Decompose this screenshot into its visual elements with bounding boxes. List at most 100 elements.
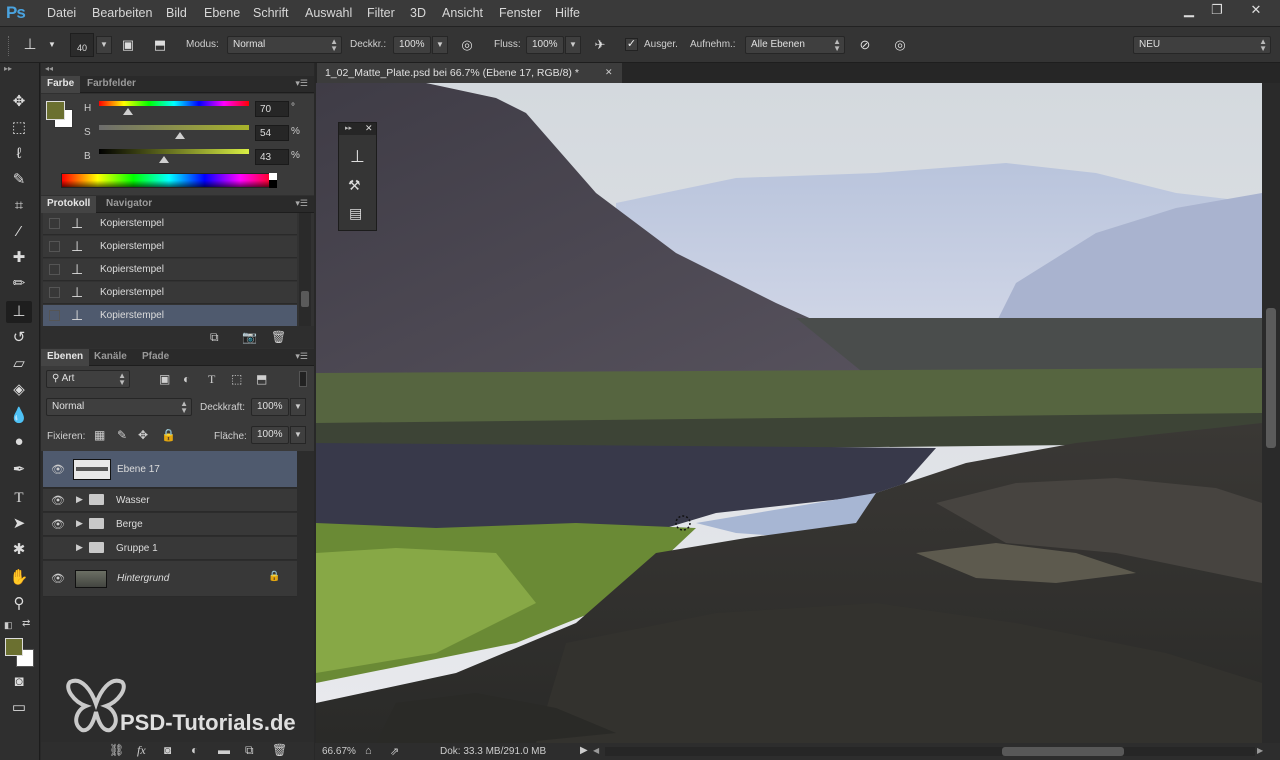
scroll-left-icon[interactable]: ◀ <box>593 746 599 755</box>
path-selection-tool-icon[interactable]: ➤ <box>6 513 32 535</box>
fill-input[interactable]: 100% <box>251 426 289 444</box>
h-input[interactable]: 70 <box>255 101 289 117</box>
share-icon[interactable]: ⇗ <box>390 745 399 758</box>
document-profile-icon[interactable]: ⌂ <box>365 745 372 757</box>
list-item[interactable]: ⊥ Kopierstempel <box>43 282 297 304</box>
quick-selection-tool-icon[interactable]: ✎ <box>6 169 32 191</box>
tool-presets-icon[interactable]: ▤ <box>349 205 362 222</box>
eraser-tool-icon[interactable]: ▱ <box>6 353 32 375</box>
toolbar-collapse-icon[interactable]: ▸▸ <box>4 64 12 73</box>
history-snapshot-checkbox[interactable] <box>49 264 60 275</box>
menu-ebene[interactable]: Ebene <box>204 6 240 20</box>
close-icon[interactable]: ✕ <box>365 123 373 134</box>
layer-opacity-input[interactable]: 100% <box>251 398 289 416</box>
hue-slider[interactable] <box>99 101 249 106</box>
expand-arrow-icon[interactable]: ▶ <box>76 494 83 505</box>
new-document-from-state-icon[interactable]: ⧉ <box>210 330 219 345</box>
list-item[interactable]: ⊥ Kopierstempel <box>43 213 297 235</box>
history-snapshot-checkbox[interactable] <box>49 241 60 252</box>
layer-row[interactable]: ▶ Gruppe 1 <box>43 537 297 560</box>
menu-fenster[interactable]: Fenster <box>499 6 541 20</box>
mode-select[interactable]: Normal ▲ ▼ <box>227 36 342 54</box>
list-item[interactable]: ⊥ Kopierstempel <box>43 305 297 327</box>
pressure-opacity-icon[interactable]: ◎ <box>459 37 475 53</box>
opacity-dropdown[interactable]: ▼ <box>432 36 448 54</box>
adjustment-layer-icon[interactable]: ◐ <box>191 743 198 757</box>
brush-tool-icon[interactable]: ✏ <box>6 273 32 295</box>
menu-datei[interactable]: Datei <box>47 6 76 20</box>
preset-dropdown-arrow-icon[interactable]: ▼ <box>44 37 60 53</box>
quick-mask-icon[interactable]: ◙ <box>6 671 32 693</box>
flow-dropdown[interactable]: ▼ <box>565 36 581 54</box>
new-group-icon[interactable]: ▬ <box>218 743 230 757</box>
menu-auswahl[interactable]: Auswahl <box>305 6 352 20</box>
dodge-tool-icon[interactable]: ● <box>6 431 32 453</box>
brush-size-dropdown[interactable]: ▼ <box>96 36 112 54</box>
marquee-tool-icon[interactable]: ⬚ <box>6 117 32 139</box>
history-scrollbar[interactable] <box>299 213 311 326</box>
add-mask-icon[interactable]: ◙ <box>164 743 171 757</box>
paint-bucket-tool-icon[interactable]: ◈ <box>6 379 32 401</box>
tab-pfade[interactable]: Pfade <box>136 349 175 366</box>
lock-all-icon[interactable]: 🔒 <box>161 428 176 442</box>
list-item[interactable]: ⊥ Kopierstempel <box>43 236 297 258</box>
tab-farbfelder[interactable]: Farbfelder <box>81 76 142 93</box>
history-snapshot-checkbox[interactable] <box>49 218 60 229</box>
blend-mode-select[interactable]: Normal ▲ ▼ <box>46 398 192 416</box>
flow-input[interactable]: 100% <box>526 36 564 54</box>
layer-row[interactable]: 👁 ▶ Wasser <box>43 489 297 512</box>
camera-icon[interactable]: 📷 <box>242 330 257 344</box>
airbrush-icon[interactable]: ✈ <box>592 37 608 53</box>
layer-row[interactable]: 👁 Hintergrund 🔒 <box>43 561 297 597</box>
menu-filter[interactable]: Filter <box>367 6 395 20</box>
tab-navigator[interactable]: Navigator <box>100 196 158 213</box>
clone-source-icon[interactable]: ⊥ <box>350 147 365 167</box>
horizontal-scrollbar[interactable] <box>605 747 1255 756</box>
clone-stamp-tool-icon[interactable]: ⊥ <box>6 301 32 323</box>
tab-protokoll[interactable]: Protokoll <box>41 196 97 213</box>
smart-object-filter-icon[interactable]: ⬒ <box>256 372 267 386</box>
history-snapshot-checkbox[interactable] <box>49 287 60 298</box>
shape-tool-icon[interactable]: ✱ <box>6 539 32 561</box>
eyedropper-tool-icon[interactable]: ⁄ <box>6 221 32 243</box>
history-snapshot-checkbox[interactable] <box>49 310 60 321</box>
adjustment-filter-icon[interactable]: ◐ <box>183 372 190 386</box>
clone-source-icon[interactable]: ⬒ <box>152 37 168 53</box>
color-ramp[interactable] <box>61 173 277 188</box>
history-scroll-thumb[interactable] <box>301 291 309 307</box>
visibility-eye-icon[interactable]: 👁 <box>51 463 65 476</box>
panel-menu-icon[interactable]: ▾☰ <box>295 198 308 209</box>
b-input[interactable]: 43 <box>255 149 289 165</box>
layer-filter-select[interactable]: ⚲ Art ▲ ▼ <box>46 370 130 388</box>
clone-stamp-preset-icon[interactable]: ⊥ <box>22 37 38 53</box>
delete-layer-icon[interactable]: 🗑 <box>272 743 287 757</box>
foreground-color-swatch[interactable] <box>5 638 23 656</box>
layer-opacity-dropdown[interactable]: ▼ <box>290 398 306 416</box>
scroll-right-icon[interactable]: ▶ <box>1257 746 1263 755</box>
menu-ansicht[interactable]: Ansicht <box>442 6 483 20</box>
swap-colors-icon[interactable]: ⇄ <box>22 618 30 629</box>
status-menu-arrow-icon[interactable]: ▶ <box>580 745 588 756</box>
ramp-black-swatch[interactable] <box>269 180 277 188</box>
sample-select[interactable]: Alle Ebenen ▲ ▼ <box>745 36 845 54</box>
restore-button[interactable]: ❐ <box>1200 0 1234 20</box>
brush-panel-icon[interactable]: ▣ <box>120 37 136 53</box>
zoom-level[interactable]: 66.67% <box>322 746 356 757</box>
link-layers-icon[interactable]: ⛓ <box>109 743 124 757</box>
tab-kanaele[interactable]: Kanäle <box>88 349 133 366</box>
filter-toggle-switch[interactable] <box>299 371 307 387</box>
lasso-tool-icon[interactable]: ℓ <box>6 143 32 165</box>
lock-transparency-icon[interactable]: ▦ <box>94 428 105 442</box>
lock-pixels-icon[interactable]: ✎ <box>117 428 127 442</box>
brush-presets-icon[interactable]: ⚒ <box>348 177 361 194</box>
layer-row[interactable]: 👁 ▶ Berge <box>43 513 297 536</box>
zoom-tool-icon[interactable]: ⚲ <box>6 593 32 615</box>
workspace-select[interactable]: NEU ▲ ▼ <box>1133 36 1271 54</box>
ramp-white-swatch[interactable] <box>269 173 277 180</box>
expand-arrow-icon[interactable]: ▶ <box>76 542 83 553</box>
expand-arrow-icon[interactable]: ▶ <box>76 518 83 529</box>
brightness-slider[interactable] <box>99 149 249 154</box>
pressure-size-icon[interactable]: ◎ <box>892 37 908 53</box>
hand-tool-icon[interactable]: ✋ <box>6 567 32 589</box>
saturation-slider-thumb[interactable] <box>175 132 185 139</box>
